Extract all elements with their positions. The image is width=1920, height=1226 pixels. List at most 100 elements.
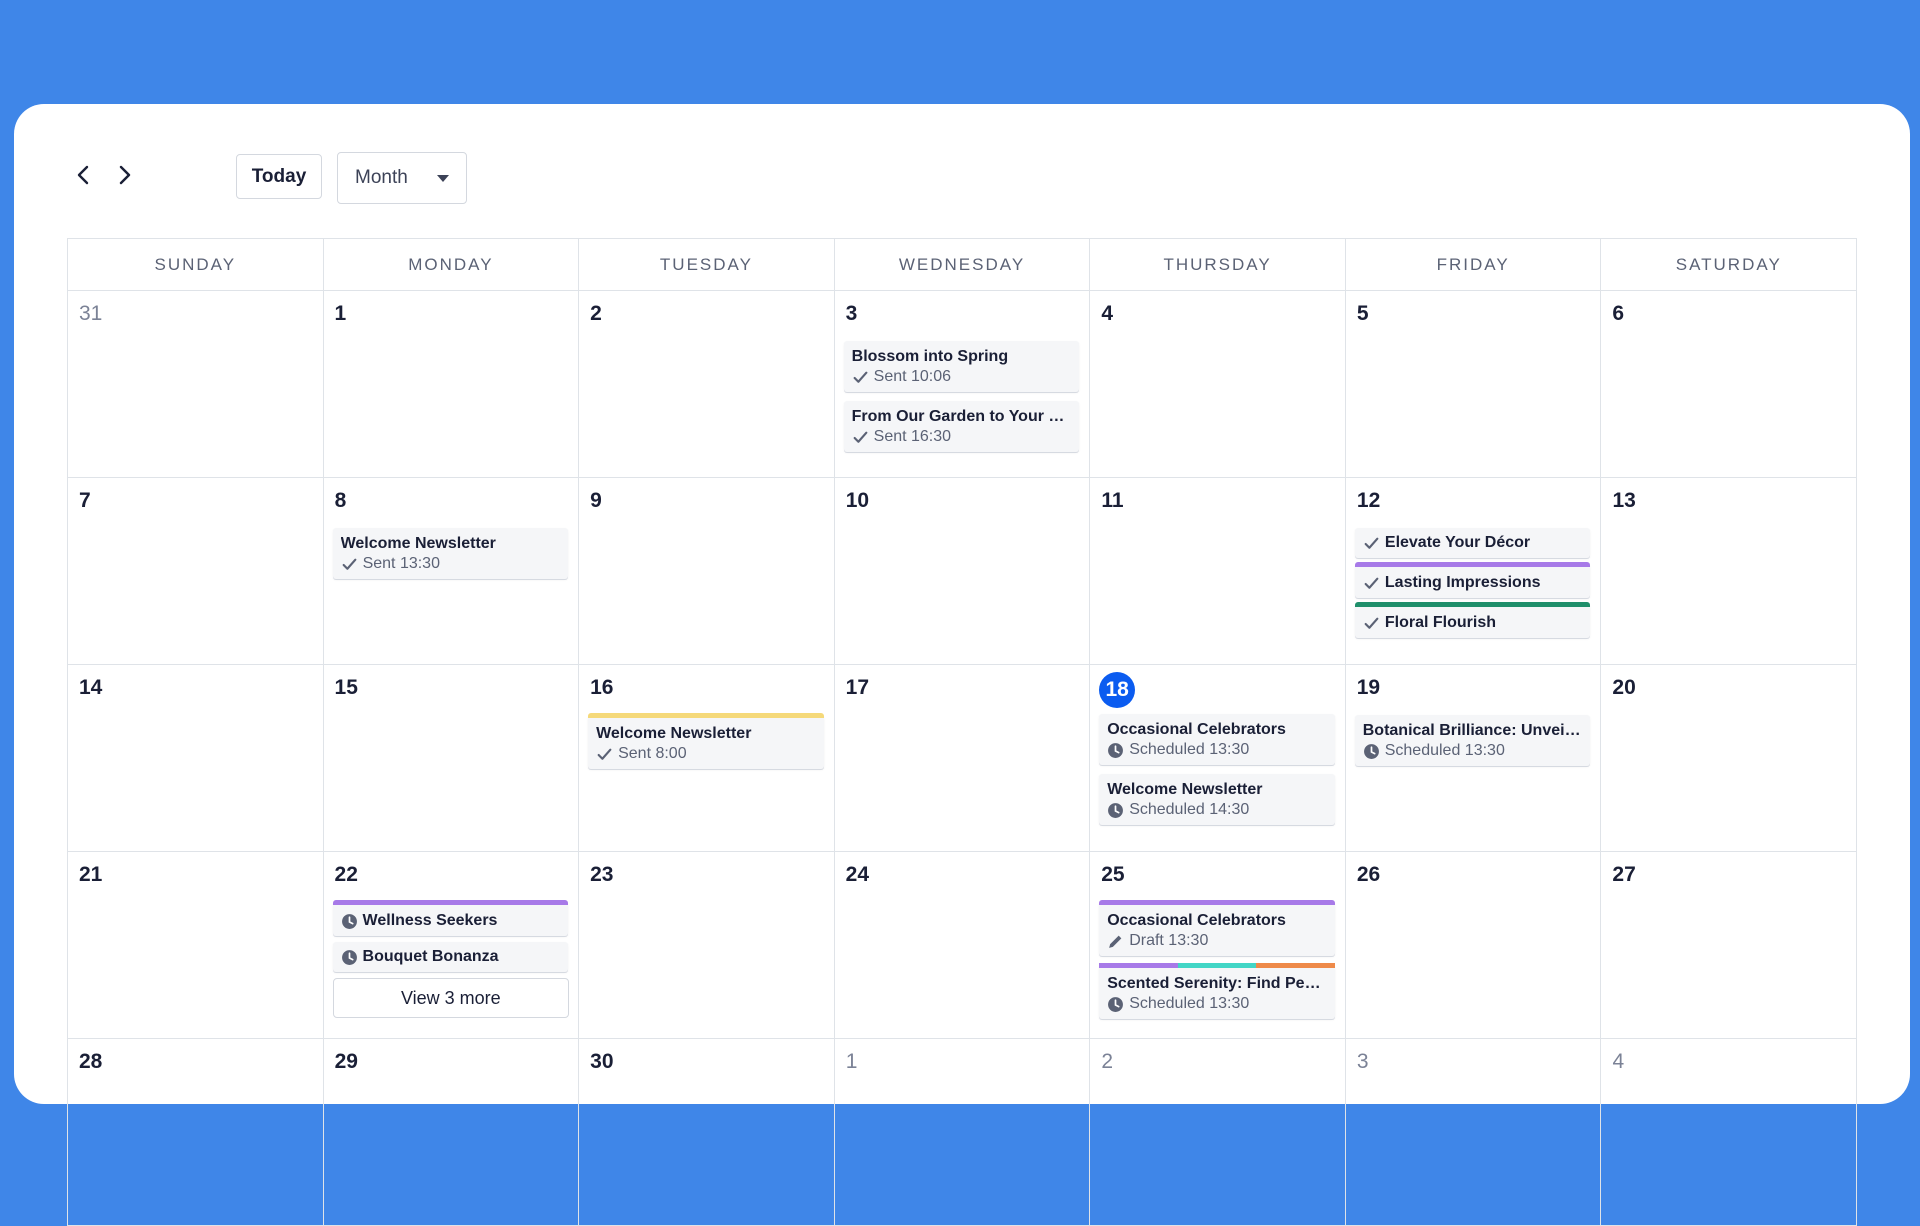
campaign-event[interactable]: Welcome Newsletter Sent 8:00 xyxy=(588,713,824,769)
day-number: 21 xyxy=(79,863,103,886)
day-cell[interactable]: 30 xyxy=(579,1039,835,1226)
clock-icon xyxy=(1363,743,1380,760)
event-title: Wellness Seekers xyxy=(341,911,561,931)
chevron-right-icon xyxy=(118,165,132,190)
event-title-text: Floral Flourish xyxy=(1384,614,1497,631)
day-cell[interactable]: 20 xyxy=(1601,665,1857,852)
event-color-bar xyxy=(1354,562,1591,567)
day-cell[interactable]: 18 Occasional Celebrators Scheduled 13:30 W… xyxy=(1090,665,1346,852)
event-status: Scheduled 13:30 xyxy=(1107,740,1327,760)
campaign-event[interactable]: Bouquet Bonanza xyxy=(332,942,569,972)
day-cell[interactable]: 9 xyxy=(579,478,835,665)
day-cell[interactable]: 29 xyxy=(323,1039,580,1226)
day-number: 31 xyxy=(79,302,103,325)
week-row: 31 1 2 3 Blossom into Spring Sent 10:06 From O… xyxy=(68,291,1857,478)
day-cell[interactable]: 16 Welcome Newsletter Sent 8:00 xyxy=(579,665,835,852)
day-cell[interactable]: 6 xyxy=(1601,291,1857,478)
day-cell[interactable]: 28 xyxy=(68,1039,324,1226)
day-cell[interactable]: 21 xyxy=(68,852,324,1039)
campaign-event[interactable]: Elevate Your Décor xyxy=(1354,528,1591,558)
campaign-event[interactable]: Botanical Brilliance: Unveili... Schedule… xyxy=(1354,715,1591,766)
previous-month-button[interactable] xyxy=(66,160,100,194)
campaign-event[interactable]: Scented Serenity: Find Peace... Scheduled… xyxy=(1099,963,1335,1019)
event-title: Occasional Celebrators xyxy=(1107,721,1286,738)
day-cell[interactable]: 5 xyxy=(1345,291,1602,478)
clock-icon xyxy=(1107,996,1124,1013)
event-list: Botanical Brilliance: Unveili... Schedule… xyxy=(1354,715,1592,766)
campaign-event[interactable]: Lasting Impressions xyxy=(1354,562,1591,598)
day-number: 23 xyxy=(590,863,614,886)
campaign-event[interactable]: Occasional Celebrators Scheduled 13:30 xyxy=(1099,714,1335,765)
day-cell[interactable]: 3 xyxy=(1345,1039,1602,1226)
event-title-text: Wellness Seekers xyxy=(362,912,498,929)
day-cell[interactable]: 26 xyxy=(1345,852,1602,1039)
day-cell[interactable]: 19 Botanical Brilliance: Unveili... Schedu… xyxy=(1345,665,1602,852)
day-cell[interactable]: 4 xyxy=(1601,1039,1858,1226)
day-cell[interactable]: 2 xyxy=(1090,1039,1346,1226)
check-icon xyxy=(341,556,358,573)
campaign-event[interactable]: From Our Garden to Your H... Sent 16:30 xyxy=(843,401,1080,452)
event-status: Scheduled 13:30 xyxy=(1363,741,1583,761)
day-cell[interactable]: 4 xyxy=(1090,291,1346,478)
campaign-event[interactable]: Floral Flourish xyxy=(1354,602,1591,638)
day-cell[interactable]: 24 xyxy=(834,852,1091,1039)
day-number: 9 xyxy=(590,489,602,512)
day-cell[interactable]: 22 Wellness Seekers Bouquet Bonanza View 3 … xyxy=(323,852,580,1039)
event-list: Welcome Newsletter Sent 8:00 xyxy=(588,713,825,769)
event-title: Floral Flourish xyxy=(1363,613,1583,633)
pencil-icon xyxy=(1107,933,1124,950)
day-cell[interactable]: 10 xyxy=(834,478,1091,665)
view-mode-select[interactable]: Month xyxy=(337,152,467,204)
campaign-event[interactable]: Occasional Celebrators Draft 13:30 xyxy=(1099,900,1335,956)
event-status-text: Sent 10:06 xyxy=(873,368,952,385)
event-status-text: Sent 13:30 xyxy=(362,555,440,572)
event-status: Sent 10:06 xyxy=(852,367,1072,387)
day-number: 3 xyxy=(1356,1050,1369,1073)
view-more-button[interactable]: View 3 more xyxy=(332,978,570,1018)
week-row: 28 29 30 1 2 3 4 xyxy=(68,1039,1858,1226)
day-cell[interactable]: 25 Occasional Celebrators Draft 13:30 Scent… xyxy=(1090,852,1346,1039)
day-cell[interactable]: 31 xyxy=(68,291,324,478)
week-row: 7 8 Welcome Newsletter Sent 13:30 9 10 11 12 Ele… xyxy=(68,478,1858,665)
day-cell[interactable]: 15 xyxy=(323,665,580,852)
day-number: 13 xyxy=(1612,489,1636,512)
day-cell[interactable]: 14 xyxy=(68,665,324,852)
day-cell[interactable]: 23 xyxy=(579,852,835,1039)
event-title: Occasional Celebrators xyxy=(1107,912,1286,929)
day-cell[interactable]: 12 Elevate Your Décor Lasting Impressions F… xyxy=(1345,478,1602,665)
weekday-header: FRIDAY xyxy=(1345,239,1602,291)
day-cell[interactable]: 1 xyxy=(323,291,580,478)
check-icon xyxy=(596,746,613,763)
next-month-button[interactable] xyxy=(108,160,142,194)
event-list: Elevate Your Décor Lasting Impressions Flo… xyxy=(1354,528,1592,638)
campaign-event[interactable]: Wellness Seekers xyxy=(332,900,569,936)
day-cell[interactable]: 11 xyxy=(1090,478,1346,665)
day-cell[interactable]: 1 xyxy=(834,1039,1091,1226)
day-number: 4 xyxy=(1101,302,1114,325)
weekday-header-row: SUNDAY MONDAY TUESDAY WEDNESDAY THURSDAY FRID… xyxy=(68,239,1858,291)
day-cell[interactable]: 27 xyxy=(1601,852,1857,1039)
day-cell[interactable]: 13 xyxy=(1601,478,1858,665)
campaign-event[interactable]: Blossom into Spring Sent 10:06 xyxy=(843,341,1080,392)
day-number: 26 xyxy=(1356,863,1381,886)
day-cell[interactable]: 8 Welcome Newsletter Sent 13:30 xyxy=(323,478,580,665)
check-icon xyxy=(1363,575,1380,592)
campaign-event[interactable]: Welcome Newsletter Scheduled 14:30 xyxy=(1099,774,1335,825)
day-cell[interactable]: 2 xyxy=(579,291,835,478)
month-grid: SUNDAY MONDAY TUESDAY WEDNESDAY THURSDAY FRID… xyxy=(67,238,1858,1226)
view-mode-value: Month xyxy=(355,167,408,188)
today-button[interactable]: Today xyxy=(236,154,322,199)
event-color-bar xyxy=(588,713,824,718)
clock-icon xyxy=(1107,802,1124,819)
campaign-event[interactable]: Welcome Newsletter Sent 13:30 xyxy=(332,528,569,579)
event-status-text: Scheduled 13:30 xyxy=(1129,995,1250,1012)
check-icon xyxy=(852,429,869,446)
week-row: 21 22 Wellness Seekers Bouquet Bonanza View … xyxy=(68,852,1857,1039)
day-cell[interactable]: 17 xyxy=(834,665,1091,852)
day-number: 2 xyxy=(1101,1050,1113,1073)
day-cell[interactable]: 7 xyxy=(68,478,324,665)
clock-icon xyxy=(341,949,358,966)
event-status: Sent 8:00 xyxy=(596,744,816,764)
week-row: 14 15 16 Welcome Newsletter Sent 8:00 17 18 Occ… xyxy=(68,665,1857,852)
day-cell[interactable]: 3 Blossom into Spring Sent 10:06 From Our G… xyxy=(834,291,1091,478)
